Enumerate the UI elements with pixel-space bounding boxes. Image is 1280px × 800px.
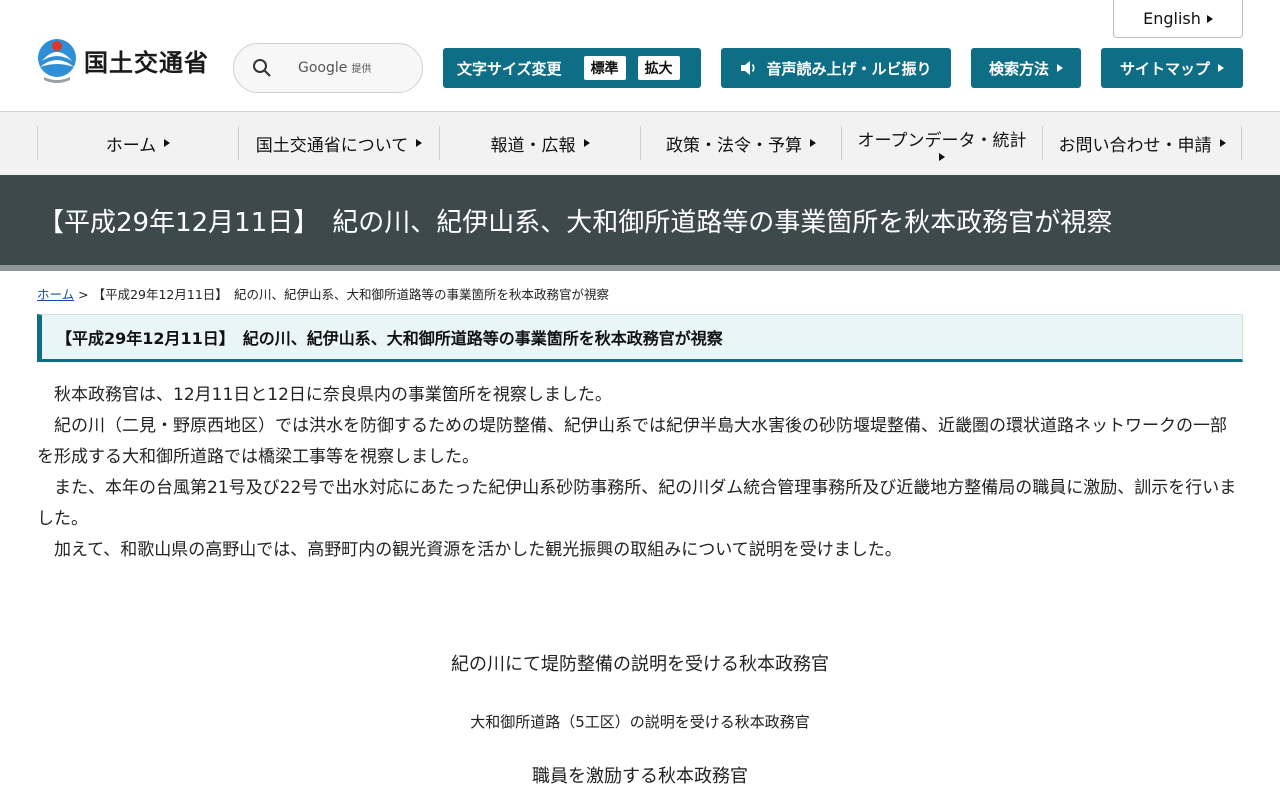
page-title: 【平成29年12月11日】 紀の川、紀伊山系、大和御所道路等の事業箇所を秋本政務…	[38, 207, 1113, 238]
section-heading-box: 【平成29年12月11日】 紀の川、紀伊山系、大和御所道路等の事業箇所を秋本政務…	[37, 314, 1243, 362]
nav-item-about[interactable]: 国土交通省について	[238, 126, 439, 160]
search-box[interactable]: Google 提供	[233, 43, 423, 93]
logo-text: 国土交通省	[84, 48, 209, 77]
nav-item-home[interactable]: ホーム	[37, 126, 238, 160]
global-nav: ホーム 国土交通省について 報道・広報 政策・法令・予算 オープンデータ・統計 …	[0, 112, 1280, 175]
nav-item-press[interactable]: 報道・広報	[439, 126, 640, 160]
font-size-label: 文字サイズ変更	[457, 59, 562, 78]
arrow-right-icon	[583, 139, 590, 147]
nav-item-label: 政策・法令・予算	[666, 135, 802, 156]
nav-item-label: 報道・広報	[490, 135, 576, 156]
breadcrumb-current: 【平成29年12月11日】 紀の川、紀伊山系、大和御所道路等の事業箇所を秋本政務…	[92, 287, 610, 302]
speaker-icon	[741, 61, 756, 75]
font-size-enlarge-button[interactable]: 拡大	[637, 56, 680, 80]
sitemap-button[interactable]: サイトマップ	[1101, 48, 1243, 88]
photo-caption: 大和御所道路（5工区）の説明を受ける秋本政務官	[470, 713, 810, 731]
arrow-right-icon	[1218, 64, 1224, 72]
font-size-group: 文字サイズ変更 標準 拡大	[443, 48, 701, 88]
nav-item-label: ホーム	[105, 135, 157, 156]
search-placeholder-google: Google	[298, 60, 348, 76]
nav-item-policy[interactable]: 政策・法令・予算	[640, 126, 841, 160]
voice-reading-button[interactable]: 音声読み上げ・ルビ振り	[721, 48, 951, 88]
article-paragraph: 紀の川（二見・野原西地区）では洪水を防御するための堤防整備、紀伊山系では紀伊半島…	[37, 416, 1227, 467]
arrow-right-icon	[164, 139, 171, 147]
photo-caption: 職員を激励する秋本政務官	[532, 766, 748, 787]
arrow-right-icon	[810, 139, 816, 147]
breadcrumb: ホーム > 【平成29年12月11日】 紀の川、紀伊山系、大和御所道路等の事業箇…	[37, 284, 609, 303]
sitemap-label: サイトマップ	[1119, 59, 1210, 78]
section-heading: 【平成29年12月11日】 紀の川、紀伊山系、大和御所道路等の事業箇所を秋本政務…	[56, 329, 723, 348]
site-logo[interactable]: 国土交通省	[36, 37, 209, 83]
site-header: English 国土交通省 Google 提供 文字サイズ変更 標準 拡大 音声…	[0, 0, 1280, 112]
nav-item-contact[interactable]: お問い合わせ・申請	[1042, 126, 1242, 160]
search-method-label: 検索方法	[988, 59, 1049, 78]
breadcrumb-home-link[interactable]: ホーム	[37, 287, 74, 302]
search-method-button[interactable]: 検索方法	[971, 48, 1081, 88]
page-title-band: 【平成29年12月11日】 紀の川、紀伊山系、大和御所道路等の事業箇所を秋本政務…	[0, 175, 1280, 265]
english-button[interactable]: English	[1113, 0, 1243, 38]
article-paragraph: 秋本政務官は、12月11日と12日に奈良県内の事業箇所を視察しました。	[37, 385, 612, 405]
article-paragraph: 加えて、和歌山県の高野山では、高野町内の観光資源を活かした観光振興の取組みについ…	[37, 540, 902, 560]
arrow-right-icon	[416, 139, 423, 147]
font-size-standard-button[interactable]: 標準	[583, 56, 626, 80]
arrow-right-icon	[1057, 64, 1063, 72]
search-icon[interactable]	[252, 58, 272, 78]
arrow-right-icon	[1206, 14, 1213, 23]
english-label: English	[1143, 9, 1201, 28]
article-body: 秋本政務官は、12月11日と12日に奈良県内の事業箇所を視察しました。 紀の川（…	[37, 380, 1243, 566]
search-placeholder-provided: 提供	[351, 64, 372, 75]
nav-item-label: 国土交通省について	[255, 135, 409, 156]
title-underline	[0, 265, 1280, 271]
nav-item-open-data[interactable]: オープンデータ・統計	[841, 126, 1042, 161]
photo-caption: 紀の川にて堤防整備の説明を受ける秋本政務官	[451, 654, 829, 675]
breadcrumb-separator: >	[74, 287, 93, 302]
nav-item-label: オープンデータ・統計	[857, 130, 1027, 151]
mlit-logo-icon	[38, 39, 76, 83]
article-paragraph: また、本年の台風第21号及び22号で出水対応にあたった紀伊山系砂防事務所、紀の川…	[37, 478, 1237, 529]
voice-reading-label: 音声読み上げ・ルビ振り	[766, 59, 932, 78]
search-placeholder: Google 提供	[298, 60, 371, 76]
arrow-right-icon	[1219, 139, 1226, 147]
arrow-right-icon	[939, 152, 945, 161]
nav-item-label: お問い合わせ・申請	[1058, 135, 1212, 156]
